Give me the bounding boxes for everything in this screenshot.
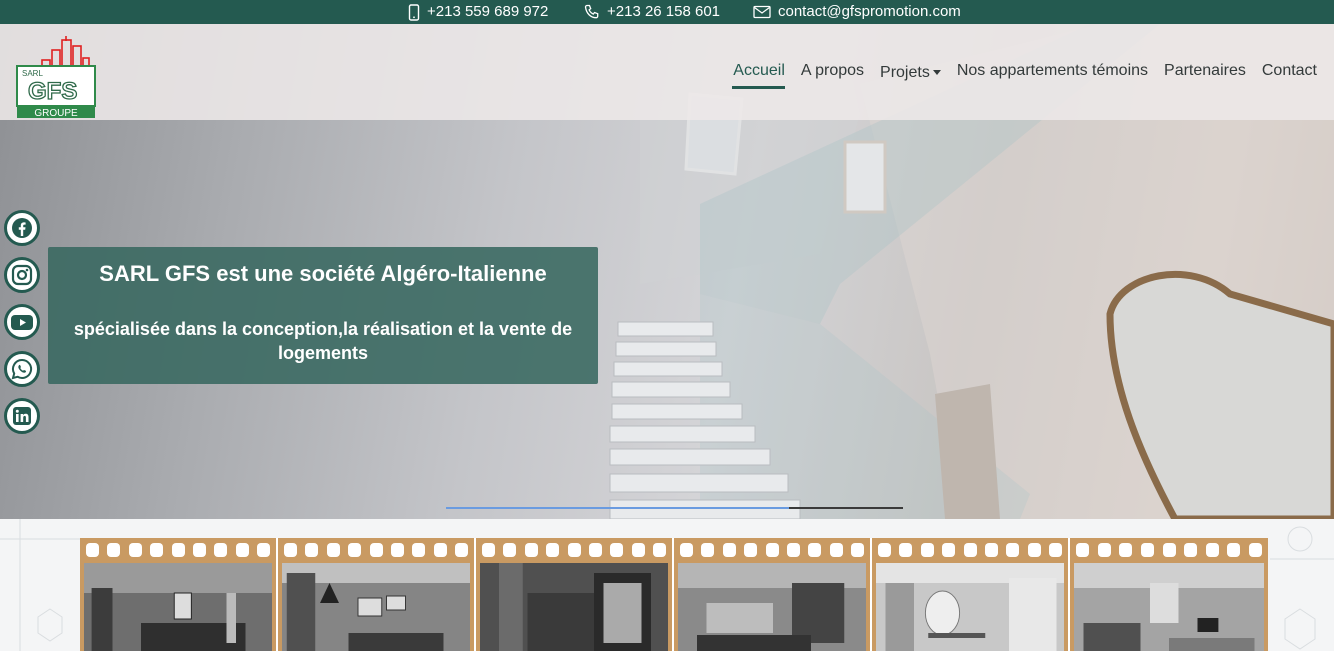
- envelope-icon: [753, 5, 771, 19]
- gallery-photo: [678, 563, 866, 651]
- nav-appartements-temoins[interactable]: Nos appartements témoins: [949, 60, 1156, 84]
- gallery-film-item[interactable]: [476, 538, 674, 651]
- nav-partenaires[interactable]: Partenaires: [1156, 60, 1254, 84]
- instagram-icon: [11, 264, 33, 286]
- nav-label: Partenaires: [1164, 62, 1246, 79]
- nav-a-propos[interactable]: A propos: [793, 60, 872, 84]
- gallery-photo: [480, 563, 668, 651]
- youtube-icon: [10, 311, 34, 333]
- gallery-photo: [282, 563, 470, 651]
- linkedin-icon: [11, 405, 33, 427]
- site-header: SARL GFS GROUPE Accueil A propos Projets…: [0, 24, 1334, 120]
- nav-label: Contact: [1261, 62, 1317, 79]
- svg-text:GROUPE: GROUPE: [34, 108, 78, 119]
- slider-progress-fill: [446, 507, 789, 509]
- gallery-film-item[interactable]: [80, 538, 278, 651]
- svg-text:SARL: SARL: [22, 69, 43, 78]
- facebook-link[interactable]: [4, 210, 40, 246]
- hero-caption: SARL GFS est une société Algéro-Italienn…: [48, 247, 598, 384]
- slider-progress-bar[interactable]: [446, 507, 903, 509]
- email-contact[interactable]: contact@gfspromotion.com: [753, 2, 961, 22]
- hero-title: SARL GFS est une société Algéro-Italienn…: [99, 261, 547, 286]
- phone-contact[interactable]: +213 26 158 601: [584, 2, 720, 22]
- phone-icon: [584, 4, 600, 20]
- nav-accueil[interactable]: Accueil: [725, 60, 793, 89]
- nav-projets[interactable]: Projets: [872, 60, 949, 84]
- film-gallery: [80, 538, 1268, 651]
- mobile-contact[interactable]: +213 559 689 972: [408, 2, 548, 22]
- caret-down-icon: [932, 70, 941, 76]
- svg-text:GFS: GFS: [28, 78, 77, 105]
- hero-subtitle: spécialisée dans la conception,la réalis…: [73, 319, 573, 363]
- nav-label: A propos: [800, 62, 865, 79]
- film-perforations: [1076, 543, 1262, 557]
- gallery-strip: [0, 519, 1334, 651]
- film-perforations: [482, 543, 666, 557]
- gallery-photo: [84, 563, 272, 651]
- mobile-number: +213 559 689 972: [427, 3, 549, 20]
- email-address: contact@gfspromotion.com: [778, 3, 961, 20]
- phone-number: +213 26 158 601: [607, 3, 721, 20]
- gallery-photo: [1074, 563, 1264, 651]
- mobile-phone-icon: [408, 3, 420, 21]
- linkedin-link[interactable]: [4, 398, 40, 434]
- gallery-photo: [876, 563, 1064, 651]
- nav-contact[interactable]: Contact: [1254, 60, 1325, 84]
- facebook-icon: [11, 217, 33, 239]
- gallery-film-item[interactable]: [872, 538, 1070, 651]
- nav-label: Projets: [880, 64, 930, 81]
- film-perforations: [86, 543, 270, 557]
- social-links: [4, 210, 40, 445]
- instagram-link[interactable]: [4, 257, 40, 293]
- whatsapp-link[interactable]: [4, 351, 40, 387]
- nav-label: Nos appartements témoins: [956, 62, 1149, 79]
- gfs-logo[interactable]: SARL GFS GROUPE: [14, 36, 98, 120]
- gallery-film-item[interactable]: [278, 538, 476, 651]
- main-nav: Accueil A propos Projets Nos appartement…: [725, 60, 1325, 89]
- gallery-film-item[interactable]: [1070, 538, 1268, 651]
- film-perforations: [878, 543, 1062, 557]
- contact-bar: +213 559 689 972 +213 26 158 601 contact…: [0, 0, 1334, 24]
- youtube-link[interactable]: [4, 304, 40, 340]
- nav-label: Accueil: [733, 62, 785, 79]
- gallery-film-item[interactable]: [674, 538, 872, 651]
- whatsapp-icon: [11, 358, 33, 380]
- film-perforations: [284, 543, 468, 557]
- film-perforations: [680, 543, 864, 557]
